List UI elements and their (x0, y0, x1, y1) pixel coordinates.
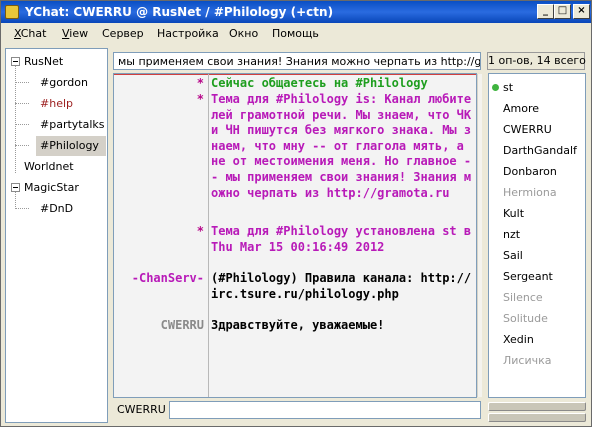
menu-xchat[interactable]: XChat (14, 27, 46, 40)
tree-connector (15, 191, 16, 209)
chat-nick[interactable]: * (114, 76, 204, 92)
chat-scrollbar[interactable] (477, 74, 482, 397)
menu-settings[interactable]: Настройка (157, 27, 219, 40)
maximize-button[interactable]: □ (554, 4, 571, 19)
user-xedin[interactable]: Xedin (503, 333, 534, 346)
marker-line (114, 74, 476, 75)
menu-help[interactable]: Помощь (272, 27, 319, 40)
user-list: st Amore CWERRU DarthGandalf Donbaron He… (488, 73, 586, 398)
userlist-button[interactable] (488, 402, 586, 411)
tree-connector (15, 124, 29, 125)
chat-message: Тема для #Philology is: Канал любителей … (211, 92, 472, 200)
chat-nick[interactable]: -ChanServ- (114, 271, 204, 287)
menu-bar: XChat View Сервер Настройка Окно Помощь (1, 23, 591, 43)
nick-button[interactable]: CWERRU (117, 403, 166, 416)
tree-connector (15, 208, 29, 209)
tree-server-rusnet[interactable]: RusNet (24, 52, 63, 72)
chat-message: Тема для #Philology установлена st в Thu… (211, 224, 472, 254)
user-darthgandalf[interactable]: DarthGandalf (503, 144, 577, 157)
user-nzt[interactable]: nzt (503, 228, 520, 241)
user-hermiona[interactable]: Hermiona (503, 186, 557, 199)
chat-nick[interactable]: CWERRU (114, 318, 204, 334)
user-kult[interactable]: Kult (503, 207, 524, 220)
minimize-button[interactable]: _ (537, 4, 554, 19)
collapse-icon[interactable] (11, 57, 20, 66)
title-bar[interactable]: YChat: CWERRU @ RusNet / #Philology (+ct… (1, 1, 591, 23)
tree-channel-partytalks[interactable]: #partytalks (40, 115, 105, 135)
chat-message: Сейчас общаетесь на #Philology (211, 76, 428, 90)
tree-server-worldnet[interactable]: Worldnet (24, 157, 74, 177)
user-sail[interactable]: Sail (503, 249, 523, 262)
chat-message: Здравствуйте, уважаемые! (211, 318, 385, 332)
chat-nick[interactable]: * (114, 224, 204, 240)
user-count-label: 1 оп-ов, 14 всего (487, 52, 586, 70)
collapse-icon[interactable] (11, 183, 20, 192)
chat-message: (#Philology) Правила канала: http://irc.… (211, 271, 472, 301)
tree-connector (15, 145, 29, 146)
menu-window[interactable]: Окно (229, 27, 258, 40)
tree-channel-philology[interactable]: #Philology (36, 136, 106, 156)
user-lisichka[interactable]: Лисичка (503, 354, 552, 367)
user-amore[interactable]: Amore (503, 102, 539, 115)
chat-log[interactable]: * Сейчас общаетесь на #Philology * Тема … (113, 73, 477, 398)
chat-nick[interactable]: * (114, 92, 204, 108)
user-solitude[interactable]: Solitude (503, 312, 548, 325)
tree-connector (15, 82, 29, 83)
app-window: YChat: CWERRU @ RusNet / #Philology (+ct… (0, 0, 592, 427)
userlist-button[interactable] (488, 413, 586, 422)
close-button[interactable]: × (573, 4, 590, 19)
tree-channel-gordon[interactable]: #gordon (40, 73, 88, 93)
nick-column-separator[interactable] (208, 74, 209, 397)
xchat-app-icon (5, 5, 19, 19)
menu-view[interactable]: View (62, 27, 88, 40)
tree-channel-dnd[interactable]: #DnD (40, 199, 73, 219)
topic-field[interactable]: мы применяем свои знания! Знания можно ч… (113, 52, 481, 70)
user-sergeant[interactable]: Sergeant (503, 270, 553, 283)
user-donbaron[interactable]: Donbaron (503, 165, 557, 178)
tree-channel-help[interactable]: #help (40, 94, 73, 114)
tree-server-magicstar[interactable]: MagicStar (24, 178, 79, 198)
op-status-icon (492, 84, 499, 91)
window-title: YChat: CWERRU @ RusNet / #Philology (+ct… (25, 5, 334, 19)
server-tree: RusNet #gordon #help #partytalks #Philol… (5, 48, 108, 423)
user-st[interactable]: st (503, 81, 513, 94)
menu-server[interactable]: Сервер (102, 27, 144, 40)
message-input[interactable] (169, 401, 481, 419)
user-silence[interactable]: Silence (503, 291, 543, 304)
user-cwerru[interactable]: CWERRU (503, 123, 552, 136)
tree-connector (15, 103, 29, 104)
